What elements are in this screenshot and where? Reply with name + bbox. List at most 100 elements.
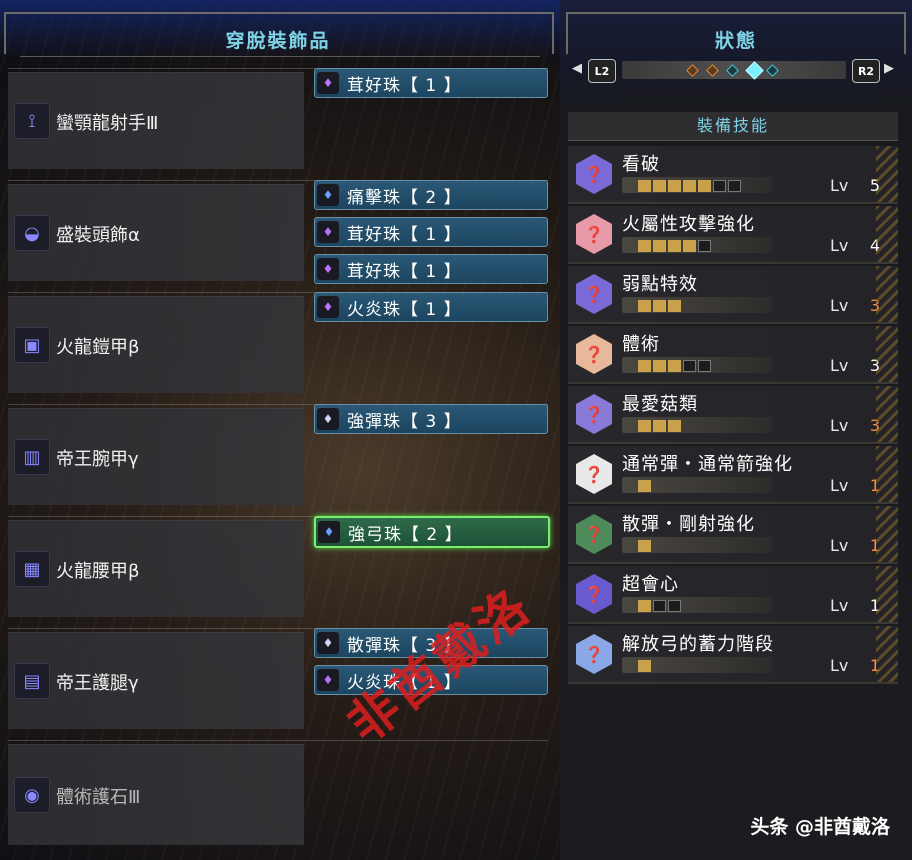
charm-icon: ◉ bbox=[14, 777, 50, 813]
skill-name: 火屬性攻擊強化 bbox=[622, 214, 755, 235]
decoration-label: 痛擊珠【 2 】 bbox=[347, 187, 462, 208]
r2-button[interactable]: R2 bbox=[852, 59, 880, 83]
equipment-name: 火龍鎧甲β bbox=[56, 337, 140, 358]
page-navigation: ◀ L2 R2 ▶ bbox=[572, 58, 896, 84]
skill-level-bar bbox=[622, 177, 772, 193]
skill-icon: ❓ bbox=[576, 334, 612, 374]
right-arrow-icon[interactable]: ▶ bbox=[884, 61, 894, 76]
level-pip-filled bbox=[638, 480, 651, 492]
credit-text: 头条 @非酋戴洛 bbox=[750, 816, 890, 838]
skill-row[interactable]: ❓ 散彈・剛射強化 Lv 1 bbox=[568, 506, 898, 564]
skill-row[interactable]: ❓ 體術 Lv 3 bbox=[568, 326, 898, 384]
skill-level-bar bbox=[622, 297, 772, 313]
equipment-name: 帝王護腿γ bbox=[56, 673, 139, 694]
level-pip-filled bbox=[653, 180, 666, 192]
level-pip-filled bbox=[668, 420, 681, 432]
level-value: 5 bbox=[869, 176, 880, 195]
level-pip-filled bbox=[653, 240, 666, 252]
level-pip-filled bbox=[653, 420, 666, 432]
level-value: 1 bbox=[869, 476, 880, 495]
chest-armor-icon: ▣ bbox=[14, 327, 50, 363]
skill-icon: ❓ bbox=[576, 454, 612, 494]
level-pip-empty bbox=[713, 180, 726, 192]
skill-name: 散彈・剛射強化 bbox=[622, 514, 755, 535]
decoration-slot[interactable]: ♦ 痛擊珠【 2 】 bbox=[314, 180, 548, 210]
equipment-row[interactable]: ▣ 火龍鎧甲β bbox=[8, 296, 304, 393]
decoration-slot[interactable]: ♦ 茸好珠【 1 】 bbox=[314, 68, 548, 98]
skills-header: 裝備技能 bbox=[568, 112, 898, 141]
left-arrow-icon[interactable]: ◀ bbox=[572, 61, 582, 76]
level-label: Lv bbox=[830, 236, 849, 255]
decoration-slot[interactable]: ♦ 火炎珠【 1 】 bbox=[314, 292, 548, 322]
equipment-row[interactable]: ▥ 帝王腕甲γ bbox=[8, 408, 304, 505]
skill-name: 最愛菇類 bbox=[622, 394, 698, 415]
decoration-slot[interactable]: ♦ 強彈珠【 3 】 bbox=[314, 404, 548, 434]
skill-icon: ❓ bbox=[576, 514, 612, 554]
level-value: 3 bbox=[869, 416, 880, 435]
jewel-slot-1-icon: ♦ bbox=[317, 296, 339, 318]
page-dot-active bbox=[745, 61, 764, 80]
decoration-label: 強彈珠【 3 】 bbox=[347, 411, 462, 432]
jewel-slot-3-icon: ♦ bbox=[317, 408, 339, 430]
decoration-label: 強弓珠【 2 】 bbox=[348, 524, 463, 545]
equipment-row[interactable]: ⟟ 蠻顎龍射手Ⅲ bbox=[8, 72, 304, 169]
level-label: Lv bbox=[830, 656, 849, 675]
skill-row[interactable]: ❓ 通常彈・通常箭強化 Lv 1 bbox=[568, 446, 898, 504]
skill-row[interactable]: ❓ 看破 Lv 5 bbox=[568, 146, 898, 204]
status-panel: 狀態 ◀ L2 R2 ▶ 裝備技能 ❓ 看破 Lv 5 ❓ 火屬性攻擊強化 Lv 4 ❓ 弱點特效… bbox=[560, 0, 912, 860]
skill-icon: ❓ bbox=[576, 214, 612, 254]
level-pip-filled bbox=[638, 600, 651, 612]
equipment-name: 帝王腕甲γ bbox=[56, 449, 139, 470]
equipment-row[interactable]: ▤ 帝王護腿γ bbox=[8, 632, 304, 729]
watermark: 非酋戴洛 bbox=[336, 574, 543, 755]
level-pip-filled bbox=[638, 300, 651, 312]
level-value: 1 bbox=[869, 596, 880, 615]
level-pip-empty bbox=[653, 600, 666, 612]
level-label: Lv bbox=[830, 536, 849, 555]
skill-level-bar bbox=[622, 477, 772, 493]
jewel-slot-1-icon: ♦ bbox=[317, 669, 339, 691]
equipment-row[interactable]: ◒ 盛裝頭飾α bbox=[8, 184, 304, 281]
waist-armor-icon: ▦ bbox=[14, 551, 50, 587]
page-indicator bbox=[622, 61, 846, 80]
skill-name: 體術 bbox=[622, 334, 660, 355]
skill-icon: ❓ bbox=[576, 574, 612, 614]
level-label: Lv bbox=[830, 476, 849, 495]
skill-name: 通常彈・通常箭強化 bbox=[622, 454, 793, 475]
decoration-slot[interactable]: ♦ 茸好珠【 1 】 bbox=[314, 254, 548, 284]
level-pip-filled bbox=[638, 540, 651, 552]
decoration-panel: 穿脫裝飾品 ⟟ 蠻顎龍射手Ⅲ ♦ 茸好珠【 1 】 ◒ 盛裝頭飾α ♦ 痛擊珠【 2 】 ♦ 茸好… bbox=[0, 0, 556, 860]
status-title: 狀態 bbox=[714, 30, 757, 52]
skill-row[interactable]: ❓ 解放弓的蓄力階段 Lv 1 bbox=[568, 626, 898, 684]
skill-level-bar bbox=[622, 657, 772, 673]
level-value: 1 bbox=[869, 656, 880, 675]
level-pip-filled bbox=[638, 660, 651, 672]
level-pip-empty bbox=[728, 180, 741, 192]
decoration-label: 茸好珠【 1 】 bbox=[347, 261, 462, 282]
skill-row[interactable]: ❓ 火屬性攻擊強化 Lv 4 bbox=[568, 206, 898, 264]
equipment-name: 體術護石Ⅲ bbox=[56, 787, 141, 808]
level-value: 3 bbox=[869, 356, 880, 375]
skill-icon: ❓ bbox=[576, 394, 612, 434]
skill-icon: ❓ bbox=[576, 154, 612, 194]
equipment-name: 盛裝頭飾α bbox=[56, 225, 140, 246]
decoration-slot[interactable]: ♦ 強弓珠【 2 】 bbox=[314, 516, 550, 548]
skill-level-bar bbox=[622, 417, 772, 433]
skill-row[interactable]: ❓ 超會心 Lv 1 bbox=[568, 566, 898, 624]
level-label: Lv bbox=[830, 296, 849, 315]
level-pip-filled bbox=[683, 180, 696, 192]
l2-button[interactable]: L2 bbox=[588, 59, 616, 83]
row-divider bbox=[8, 740, 548, 741]
bow-icon: ⟟ bbox=[14, 103, 50, 139]
skill-row[interactable]: ❓ 最愛菇類 Lv 3 bbox=[568, 386, 898, 444]
skill-name: 解放弓的蓄力階段 bbox=[622, 634, 774, 655]
skill-name: 弱點特效 bbox=[622, 274, 698, 295]
arm-armor-icon: ▥ bbox=[14, 439, 50, 475]
equipment-row[interactable]: ◉ 體術護石Ⅲ bbox=[8, 744, 304, 845]
decoration-slot[interactable]: ♦ 茸好珠【 1 】 bbox=[314, 217, 548, 247]
equipment-row[interactable]: ▦ 火龍腰甲β bbox=[8, 520, 304, 617]
skill-icon: ❓ bbox=[576, 274, 612, 314]
jewel-slot-2-icon: ♦ bbox=[318, 521, 340, 543]
skill-row[interactable]: ❓ 弱點特效 Lv 3 bbox=[568, 266, 898, 324]
level-pip-empty bbox=[698, 240, 711, 252]
